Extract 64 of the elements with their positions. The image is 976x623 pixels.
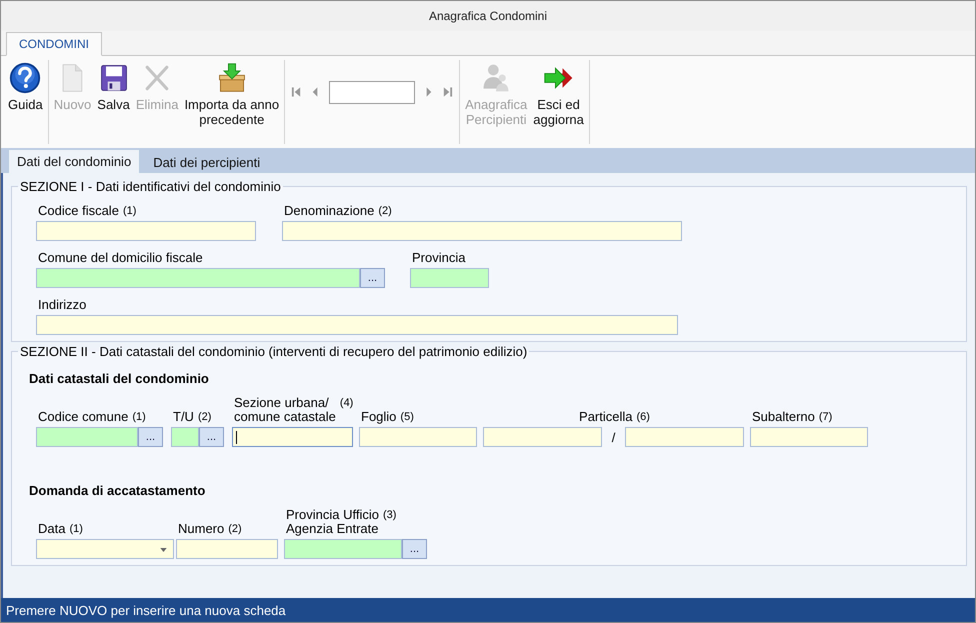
text-cursor	[236, 431, 237, 444]
section-title: SEZIONE II - Dati catastali del condominio (interventi di recupero del patrimonio edilizio)	[19, 344, 528, 359]
note-number: (2)	[228, 522, 242, 536]
input-field[interactable]	[483, 427, 602, 447]
tab[interactable]: Dati del condominio	[9, 150, 140, 173]
field-label: Sezione urbana/ comune catastale	[234, 396, 336, 424]
field-label: Subalterno	[752, 410, 815, 424]
toolbar-button[interactable]: Esci ed aggiorna	[531, 60, 586, 129]
note-number: (6)	[636, 410, 650, 424]
last-record-icon[interactable]	[442, 86, 454, 98]
note-number: (1)	[122, 204, 136, 218]
section-title: SEZIONE I - Dati identificativi del condominio	[19, 179, 282, 194]
separator-slash: /	[610, 430, 616, 444]
note-number: (2)	[198, 410, 212, 424]
field-label: Foglio	[361, 410, 396, 424]
note-number: (1)	[132, 410, 146, 424]
field-label: Codice comune	[38, 410, 128, 424]
toolbar-button[interactable]: Salva	[95, 60, 132, 114]
lookup-button[interactable]: ...	[360, 268, 385, 288]
input-field[interactable]	[36, 427, 138, 447]
toolbar-button[interactable]: Importa da anno precedente	[182, 60, 282, 129]
field-label: Codice fiscale	[38, 204, 119, 218]
note-number: (7)	[818, 410, 832, 424]
input-field[interactable]	[232, 427, 353, 447]
input-field[interactable]	[36, 539, 174, 559]
note-number: (5)	[400, 410, 414, 424]
input-field[interactable]	[36, 315, 678, 335]
note-number: (2)	[378, 204, 392, 218]
input-field[interactable]	[171, 427, 199, 447]
dropdown-arrow-icon[interactable]	[160, 548, 167, 552]
field-label: Data	[38, 522, 66, 536]
status-text: Premere NUOVO per inserire una nuova scheda	[6, 602, 286, 618]
note-number: (3)	[382, 508, 396, 522]
input-field[interactable]	[625, 427, 744, 447]
first-record-icon[interactable]	[291, 86, 302, 98]
input-field[interactable]	[284, 539, 402, 559]
subsection-heading: Domanda di accatastamento	[29, 483, 206, 498]
field-label: T/U	[173, 410, 194, 424]
input-field[interactable]	[36, 221, 256, 241]
subsection-heading: Dati catastali del condominio	[29, 371, 210, 386]
input-field[interactable]	[750, 427, 868, 447]
input-field[interactable]	[176, 539, 278, 559]
lookup-button[interactable]: ...	[199, 427, 224, 447]
field-label: Numero	[178, 522, 224, 536]
input-field[interactable]	[282, 221, 682, 241]
field-label: Provincia Ufficio Agenzia Entrate	[286, 508, 379, 536]
lookup-button[interactable]: ...	[402, 539, 427, 559]
field-label: Particella	[579, 410, 632, 424]
field-label: Denominazione	[284, 204, 374, 218]
window-title: Anagrafica Condomini	[428, 9, 548, 23]
field-label: Indirizzo	[38, 298, 86, 312]
record-field[interactable]	[329, 80, 416, 104]
help-icon	[9, 62, 42, 94]
field-label: Comune del domicilio fiscale	[38, 251, 203, 265]
toolbar-button[interactable]: Guida	[6, 60, 45, 114]
tab[interactable]: Dati dei percipienti	[145, 151, 268, 173]
input-field[interactable]	[36, 268, 360, 288]
input-field[interactable]	[410, 268, 489, 288]
field-label: Provincia	[412, 251, 466, 265]
note-number: (4)	[340, 396, 354, 410]
note-number: (1)	[69, 522, 83, 536]
ribbon-tab[interactable]: CONDOMINI	[6, 32, 102, 56]
input-field[interactable]	[359, 427, 477, 447]
lookup-button[interactable]: ...	[138, 427, 163, 447]
